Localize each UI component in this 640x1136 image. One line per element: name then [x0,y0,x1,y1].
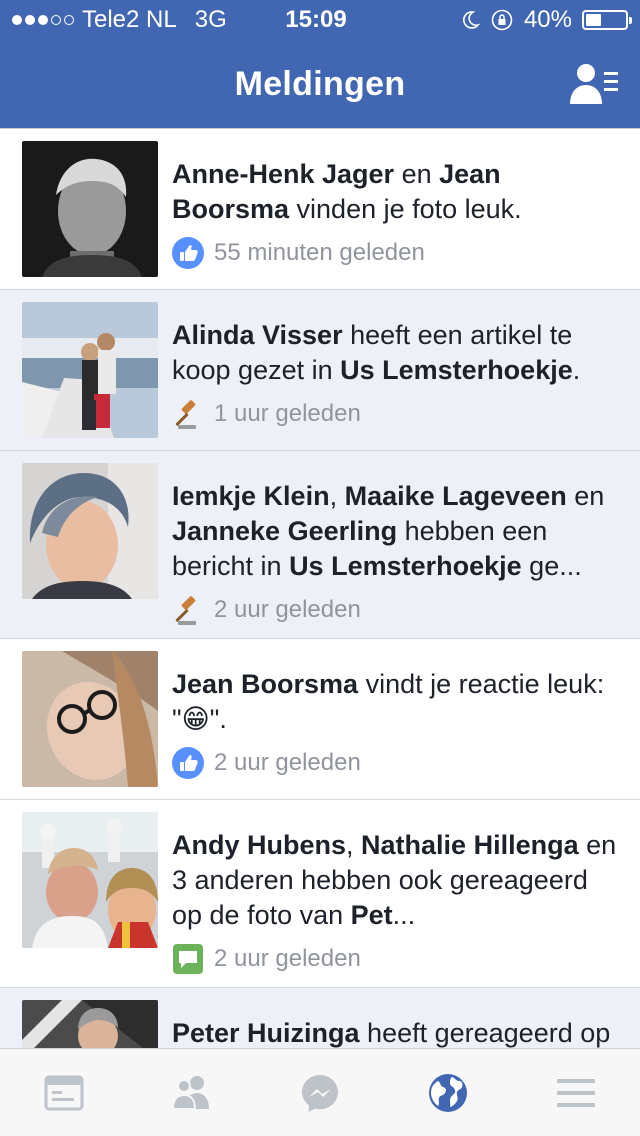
tab-bar [0,1048,640,1136]
tab-menu[interactable] [512,1049,640,1136]
messenger-icon [302,1074,338,1112]
friend-requests-icon[interactable] [570,62,618,106]
avatar-photo [22,812,158,948]
avatar [22,141,158,277]
notification-time: 2 uur geleden [214,749,361,776]
battery-percent: 40% [523,6,572,33]
notifications-list: Anne-Henk Jager en Jean Boorsma vinden j… [0,128,640,1048]
notification-text-part: vinden je foto leuk. [289,194,522,224]
clock: 15:09 [285,6,347,33]
notification-meta: 1 uur geleden [172,398,618,430]
menu-icon [557,1078,595,1107]
notification-time: 1 uur geleden [214,400,361,427]
avatar-photo [22,1000,158,1048]
notification-name: Maaike Lageveen [344,481,567,511]
carrier-label: Tele2 NL [82,6,177,33]
gavel-icon [172,594,204,626]
notification-item[interactable]: Jean Boorsma vindt je reactie leuk: "😁".… [0,639,640,800]
notification-time: 2 uur geleden [214,596,361,623]
news-feed-icon [44,1075,84,1110]
like-icon [172,747,204,779]
notification-item[interactable]: Peter Huizinga heeft gereageerd op je re… [0,988,640,1048]
avatar [22,1000,158,1048]
notification-item[interactable]: Anne-Henk Jager en Jean Boorsma vinden j… [0,129,640,290]
notification-name: Iemkje Klein [172,481,330,511]
avatar [22,812,158,948]
tab-news-feed[interactable] [0,1049,128,1136]
notification-content: Alinda Visser heeft een artikel te koop … [172,302,618,438]
notification-text-part: en [566,481,605,511]
notification-name: Alinda Visser [172,320,343,350]
notification-name: Andy Hubens [172,830,347,860]
notification-text: Andy Hubens, Nathalie Hillenga en 3 ande… [172,828,618,933]
avatar-photo [22,141,158,277]
comment-icon [172,943,204,975]
notification-name: Anne-Henk Jager [172,159,395,189]
notification-text: Iemkje Klein, Maaike Lageveen en Janneke… [172,479,618,584]
notification-item[interactable]: Iemkje Klein, Maaike Lageveen en Janneke… [0,451,640,639]
notification-name: Jean Boorsma [172,669,359,699]
signal-strength-icon [12,15,74,25]
notification-text-part: 😁 [181,704,210,734]
notification-meta: 2 uur geleden [172,747,618,779]
gavel-icon [172,398,204,430]
notification-name: Peter Huizinga [172,1018,360,1048]
avatar [22,463,158,599]
avatar-photo [22,463,158,599]
rotation-lock-icon [491,9,513,31]
notification-content: Andy Hubens, Nathalie Hillenga en 3 ande… [172,812,618,975]
notification-text: Jean Boorsma vindt je reactie leuk: "😁". [172,667,618,737]
notification-text-part: en [394,159,440,189]
notification-content: Jean Boorsma vindt je reactie leuk: "😁".… [172,651,618,787]
avatar [22,651,158,787]
header: Meldingen [0,40,640,128]
notification-name: Us Lemsterhoekje [340,355,573,385]
notification-name: Janneke Geerling [172,516,398,546]
friends-icon [171,1075,209,1110]
notification-content: Peter Huizinga heeft gereageerd op je re… [172,1000,618,1048]
page-title: Meldingen [234,64,406,103]
notification-name: Nathalie Hillenga [361,830,579,860]
tab-messenger[interactable] [256,1049,384,1136]
moon-icon [462,11,480,29]
notification-text: Alinda Visser heeft een artikel te koop … [172,318,618,388]
notification-text-part: , [346,830,362,860]
notification-time: 2 uur geleden [214,945,361,972]
status-bar: Tele2 NL 3G 15:09 40% [0,0,640,40]
avatar-photo [22,302,158,438]
notification-content: Iemkje Klein, Maaike Lageveen en Janneke… [172,463,618,626]
notification-text: Anne-Henk Jager en Jean Boorsma vinden j… [172,157,618,227]
notification-text-part: ... [392,900,416,930]
notification-item[interactable]: Andy Hubens, Nathalie Hillenga en 3 ande… [0,800,640,988]
notification-name: Us Lemsterhoekje [289,551,522,581]
globe-icon [429,1073,467,1112]
tab-friends[interactable] [128,1049,256,1136]
tab-notifications[interactable] [384,1049,512,1136]
notification-meta: 2 uur geleden [172,594,618,626]
battery-icon [582,10,632,30]
notification-time: 55 minuten geleden [214,239,425,266]
notification-text-part: ge... [521,551,582,581]
avatar-photo [22,651,158,787]
notification-text: Peter Huizinga heeft gereageerd op je re… [172,1016,618,1048]
notification-text-part: . [572,355,581,385]
avatar [22,302,158,438]
like-icon [172,237,204,269]
notification-text-part: , [329,481,345,511]
notification-name: Pet [350,900,393,930]
notification-text-part: ". [209,704,227,734]
notification-meta: 55 minuten geleden [172,237,618,269]
notification-content: Anne-Henk Jager en Jean Boorsma vinden j… [172,141,618,277]
notification-item[interactable]: Alinda Visser heeft een artikel te koop … [0,290,640,451]
notification-meta: 2 uur geleden [172,943,618,975]
